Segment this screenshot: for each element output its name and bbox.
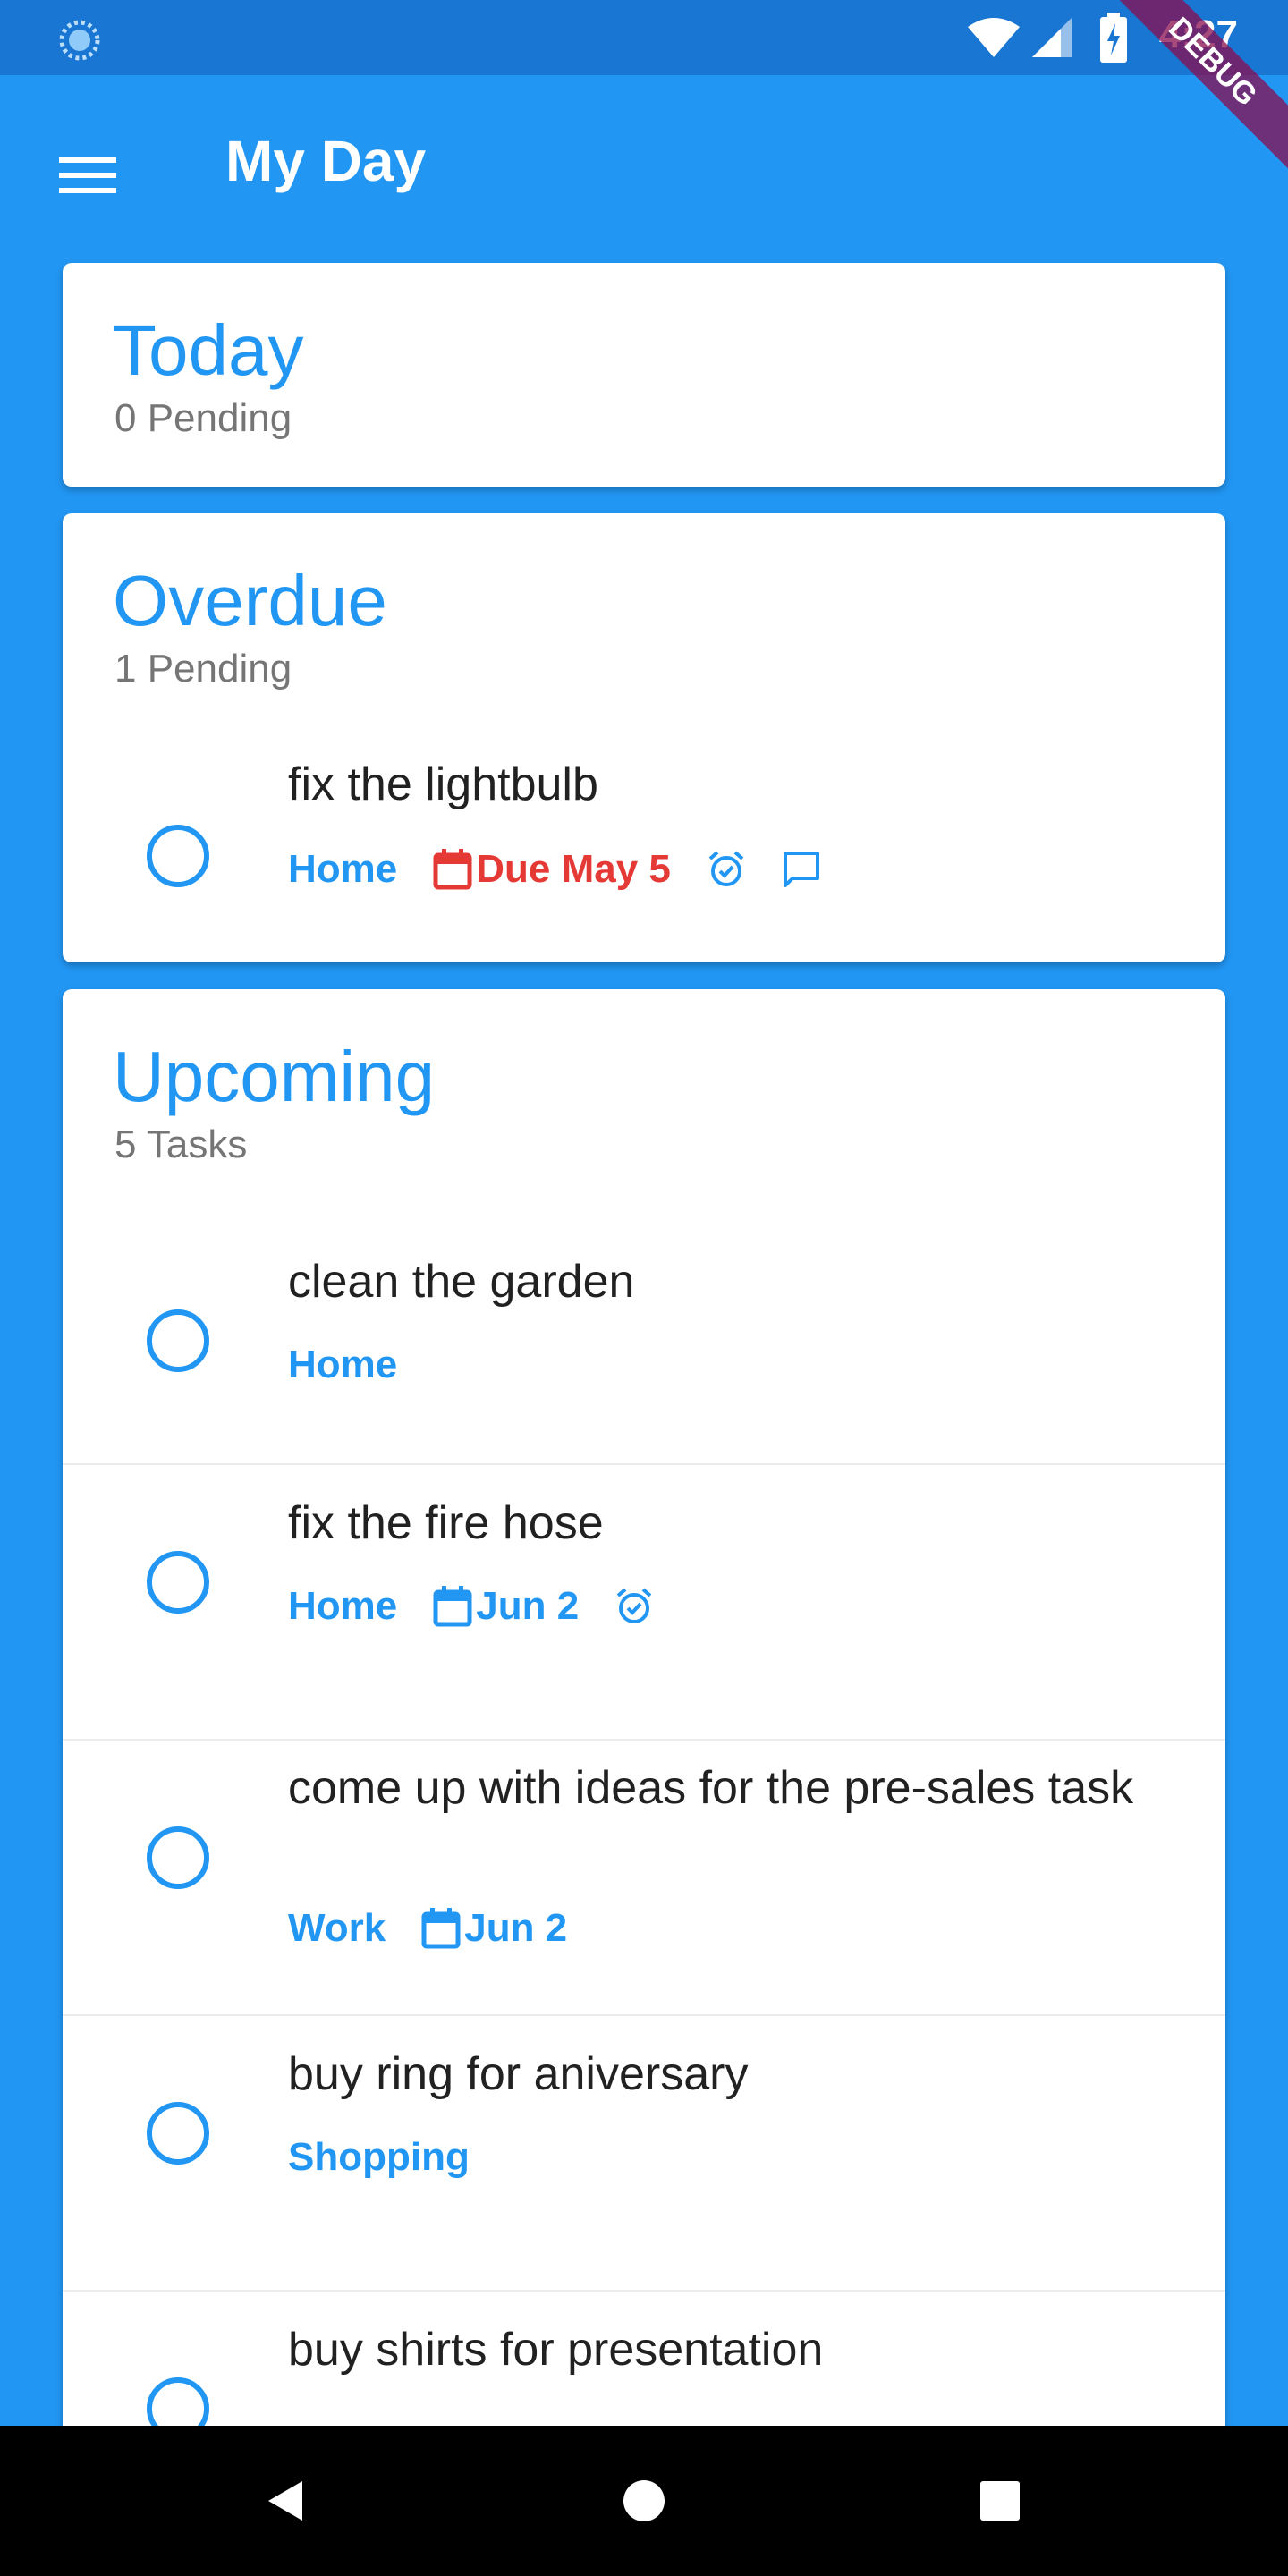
section-count: 5 Tasks bbox=[114, 1123, 248, 1166]
calendar-icon bbox=[421, 1908, 461, 1949]
calendar-icon bbox=[433, 849, 472, 890]
back-icon[interactable] bbox=[265, 2479, 308, 2522]
task-meta: Home Due May 5 bbox=[288, 843, 857, 896]
task-title: fix the lightbulb bbox=[288, 758, 598, 810]
page-title: My Day bbox=[225, 129, 427, 193]
section-title: Today bbox=[113, 310, 304, 390]
task-item[interactable]: come up with ideas for the pre-sales tas… bbox=[63, 1741, 1225, 2016]
section-title[interactable]: Overdue bbox=[113, 558, 387, 644]
project-label: Shopping bbox=[288, 2135, 470, 2179]
signal-icon bbox=[1032, 18, 1072, 57]
task-complete-checkbox[interactable] bbox=[147, 825, 209, 887]
task-meta: Home Jun 2 bbox=[288, 1580, 690, 1633]
task-title: fix the fire hose bbox=[288, 1497, 604, 1549]
task-meta: Home bbox=[288, 1338, 433, 1392]
due-date-label: Jun 2 bbox=[476, 1584, 580, 1628]
project-label: Work bbox=[288, 1906, 386, 1950]
overdue-card: Overdue 1 Pending fix the lightbulb Home… bbox=[63, 513, 1225, 962]
task-item[interactable]: fix the lightbulb Home Due May 5 bbox=[63, 755, 1225, 962]
recents-icon[interactable] bbox=[980, 2481, 1020, 2521]
alarm-icon bbox=[614, 1587, 654, 1626]
due-date-label: Jun 2 bbox=[464, 1906, 568, 1950]
status-bar: 4:27 bbox=[0, 0, 1288, 75]
app-bar: My Day bbox=[0, 75, 1288, 254]
system-nav-bar bbox=[0, 2426, 1288, 2576]
due-date-label: Due May 5 bbox=[476, 847, 671, 891]
menu-button[interactable] bbox=[45, 132, 131, 218]
task-item[interactable]: fix the fire hose Home Jun 2 bbox=[63, 1465, 1225, 1741]
task-title: come up with ideas for the pre-sales tas… bbox=[288, 1762, 1134, 1814]
today-card[interactable]: Today 0 Pending bbox=[63, 263, 1225, 487]
alarm-icon bbox=[707, 850, 746, 889]
hamburger-menu-icon bbox=[59, 157, 116, 193]
task-title: clean the garden bbox=[288, 1256, 635, 1308]
task-complete-checkbox[interactable] bbox=[147, 1826, 209, 1889]
project-label: Home bbox=[288, 1584, 398, 1628]
section-count: 0 Pending bbox=[114, 396, 292, 440]
battery-icon bbox=[1100, 13, 1127, 63]
task-complete-checkbox[interactable] bbox=[147, 1309, 209, 1372]
home-icon[interactable] bbox=[623, 2479, 665, 2522]
project-label: Home bbox=[288, 1343, 398, 1386]
task-item[interactable]: buy ring for aniversary Shopping bbox=[63, 2016, 1225, 2292]
due-date: Due May 5 bbox=[433, 847, 671, 892]
task-meta: Shopping bbox=[288, 2131, 505, 2184]
due-date: Jun 2 bbox=[433, 1584, 579, 1629]
task-title: buy ring for aniversary bbox=[288, 2048, 749, 2100]
section-title[interactable]: Upcoming bbox=[113, 1034, 435, 1120]
upcoming-card: Upcoming 5 Tasks clean the garden Home f… bbox=[63, 989, 1225, 2510]
section-count: 1 Pending bbox=[114, 647, 292, 691]
wifi-icon bbox=[968, 18, 1020, 57]
task-item[interactable]: clean the garden Home bbox=[63, 1224, 1225, 1465]
comment-icon bbox=[782, 850, 821, 889]
project-label: Home bbox=[288, 847, 398, 891]
task-meta: Work Jun 2 bbox=[288, 1902, 603, 1955]
calendar-icon bbox=[433, 1586, 472, 1627]
task-title: buy shirts for presentation bbox=[288, 2324, 824, 2376]
due-date: Jun 2 bbox=[421, 1906, 567, 1951]
task-complete-checkbox[interactable] bbox=[147, 2102, 209, 2165]
task-complete-checkbox[interactable] bbox=[147, 1551, 209, 1614]
sync-icon bbox=[59, 20, 100, 61]
